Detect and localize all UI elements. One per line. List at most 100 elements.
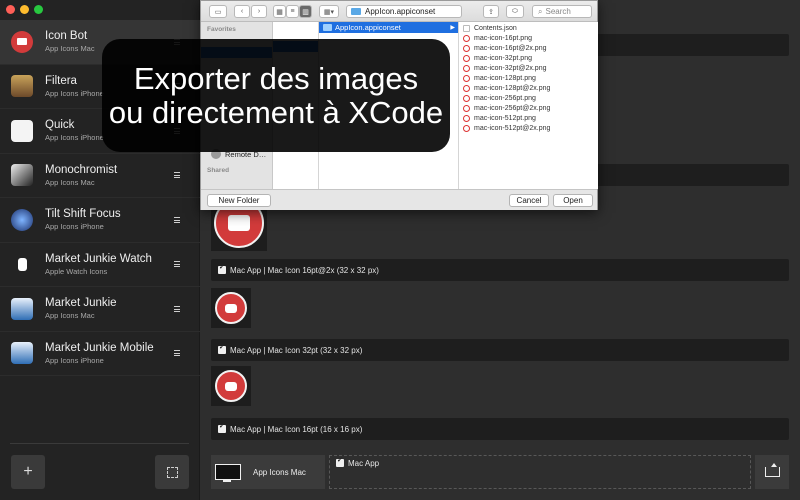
icon-preview-32: [211, 366, 251, 406]
folder-icon: [351, 8, 361, 15]
sidebar-divider: [10, 443, 189, 444]
path-popup[interactable]: AppIcon.appiconset: [346, 5, 462, 18]
export-target[interactable]: App Icons Mac: [211, 455, 325, 489]
icon-preview-32x2: [211, 288, 251, 328]
file-row[interactable]: mac-icon-512pt@2x.png: [459, 123, 598, 133]
png-file-icon: [463, 114, 470, 122]
open-button[interactable]: Open: [553, 194, 593, 207]
hamburger-menu-icon[interactable]: [174, 350, 180, 357]
cancel-button[interactable]: Cancel: [509, 194, 549, 207]
file-name: Contents.json: [474, 24, 517, 32]
file-row[interactable]: mac-icon-128pt@2x.png: [459, 83, 598, 93]
file-row[interactable]: mac-icon-32pt@2x.png: [459, 63, 598, 73]
forward-button[interactable]: ›: [251, 5, 267, 18]
close-window-button[interactable]: [6, 5, 15, 14]
icon-row[interactable]: Mac App | Mac Icon 16pt (16 x 16 px): [211, 418, 789, 440]
file-row[interactable]: mac-icon-32pt.png: [459, 53, 598, 63]
drop-item-label: Mac App: [348, 459, 380, 468]
list-view-button[interactable]: ≡: [286, 5, 299, 18]
arrange-button[interactable]: ▦▾: [319, 5, 339, 18]
hamburger-menu-icon[interactable]: [174, 305, 180, 312]
png-file-icon: [463, 44, 470, 52]
png-file-icon: [463, 74, 470, 82]
row-checkbox[interactable]: [218, 343, 226, 354]
hamburger-menu-icon[interactable]: [174, 172, 180, 179]
tilt-shift-app-icon: [11, 208, 33, 231]
minimize-window-button[interactable]: [20, 5, 29, 14]
back-button[interactable]: ‹: [234, 5, 250, 18]
icon-row[interactable]: Mac App | Mac Icon 32pt (32 x 32 px): [211, 339, 789, 361]
market-junkie-app-icon: [11, 297, 33, 320]
favorites-header: Favorites: [207, 26, 236, 33]
monochromist-app-icon: [11, 164, 33, 187]
quick-contact-app-icon: [11, 119, 33, 142]
selected-folder-row[interactable]: AppIcon.appiconset ▶: [319, 22, 458, 33]
column-view-button[interactable]: ▥: [299, 5, 312, 18]
dialog-toolbar: ▭ ‹ › ▦ ≡ ▥ ▦▾ AppIcon.appiconset ⇪ ⬭ ⌕ …: [201, 1, 597, 22]
file-name: mac-icon-128pt@2x.png: [474, 84, 551, 92]
search-icon: ⌕: [538, 6, 543, 16]
file-row[interactable]: mac-icon-16pt@2x.png: [459, 43, 598, 53]
add-project-button[interactable]: +: [11, 455, 45, 489]
file-name: mac-icon-16pt@2x.png: [474, 44, 547, 52]
project-item[interactable]: Tilt Shift Focus App Icons iPhone: [0, 198, 200, 243]
file-list-column[interactable]: Contents.json mac-icon-16pt.png mac-icon-1…: [459, 22, 598, 189]
project-item[interactable]: Monochromist App Icons Mac: [0, 154, 200, 198]
caption-line-2: ou directement à XCode: [108, 94, 444, 130]
icon-view-button[interactable]: ▦: [273, 5, 286, 18]
row-checkbox[interactable]: [218, 263, 226, 274]
file-row[interactable]: mac-icon-16pt.png: [459, 33, 598, 43]
hamburger-menu-icon[interactable]: [174, 261, 180, 268]
png-file-icon: [463, 84, 470, 92]
file-name: mac-icon-256pt@2x.png: [474, 104, 551, 112]
search-field[interactable]: ⌕ Search: [532, 5, 592, 18]
sidebar-toggle-button[interactable]: ▭: [209, 5, 227, 18]
row-checkbox[interactable]: [218, 422, 226, 433]
share-button[interactable]: ⇪: [483, 5, 499, 18]
window-controls: [6, 5, 43, 14]
target-drop-area[interactable]: Mac App: [329, 455, 751, 489]
file-row[interactable]: mac-icon-256pt.png: [459, 93, 598, 103]
png-file-icon: [463, 104, 470, 112]
market-junkie-mobile-app-icon: [11, 342, 33, 365]
tag-button[interactable]: ⬭: [506, 5, 524, 18]
row-label: Mac App | Mac Icon 16pt (16 x 16 px): [230, 424, 363, 434]
file-name: mac-icon-512pt@2x.png: [474, 124, 551, 132]
search-placeholder: Search: [545, 7, 571, 16]
select-mode-button[interactable]: [155, 455, 189, 489]
json-file-icon: [463, 24, 470, 32]
folder-label: AppIcon.appiconset: [335, 23, 401, 32]
mac-monitor-icon: [215, 464, 241, 482]
file-name: mac-icon-512pt.png: [474, 114, 536, 122]
project-type: App Icons Mac: [45, 311, 95, 321]
file-row[interactable]: mac-icon-128pt.png: [459, 73, 598, 83]
hamburger-menu-icon[interactable]: [174, 216, 180, 223]
project-type: App Icons iPhone: [45, 222, 104, 232]
maximize-window-button[interactable]: [34, 5, 43, 14]
export-button[interactable]: [755, 455, 789, 489]
png-file-icon: [463, 34, 470, 42]
shared-header: Shared: [207, 167, 230, 174]
project-name: Tilt Shift Focus: [45, 208, 121, 221]
project-item[interactable]: Market Junkie Watch Apple Watch Icons: [0, 243, 200, 287]
file-row[interactable]: mac-icon-512pt.png: [459, 113, 598, 123]
export-bar: App Icons Mac Mac App: [211, 455, 789, 489]
project-type: Apple Watch Icons: [45, 266, 108, 276]
drop-item-checkbox[interactable]: [336, 456, 344, 467]
project-item[interactable]: Market Junkie Mobile App Icons iPhone: [0, 332, 200, 376]
file-row[interactable]: Contents.json: [459, 23, 598, 33]
png-file-icon: [463, 64, 470, 72]
file-row[interactable]: mac-icon-256pt@2x.png: [459, 103, 598, 113]
file-name: mac-icon-256pt.png: [474, 94, 536, 102]
project-item[interactable]: Market Junkie App Icons Mac: [0, 287, 200, 332]
icon-row[interactable]: Mac App | Mac Icon 16pt@2x (32 x 32 px): [211, 259, 789, 281]
new-folder-button[interactable]: New Folder: [207, 194, 271, 207]
png-file-icon: [463, 54, 470, 62]
file-name: mac-icon-32pt.png: [474, 54, 532, 62]
row-label: Mac App | Mac Icon 32pt (32 x 32 px): [230, 345, 363, 355]
target-label: App Icons Mac: [253, 467, 306, 477]
project-name: Monochromist: [45, 163, 118, 176]
file-name: mac-icon-128pt.png: [474, 74, 536, 82]
png-file-icon: [463, 124, 470, 132]
promo-caption: Exporter des images ou directement à XCo…: [102, 39, 450, 152]
